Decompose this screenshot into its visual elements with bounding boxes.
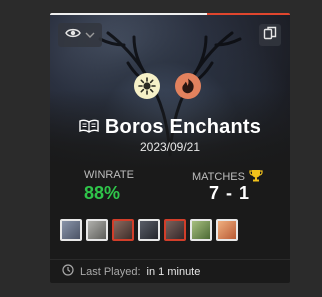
copy-icon bbox=[263, 26, 277, 45]
deck-card[interactable]: Boros Enchants 2023/09/21 WINRATE MATCHE… bbox=[50, 13, 290, 283]
last-played-label: Last Played: bbox=[80, 265, 141, 278]
matches-label: MATCHES bbox=[192, 171, 245, 183]
trophy-icon bbox=[249, 169, 263, 185]
chevron-down-icon bbox=[85, 26, 95, 44]
book-icon bbox=[79, 116, 99, 139]
eye-icon bbox=[65, 26, 81, 44]
card-thumbnail[interactable] bbox=[86, 219, 108, 241]
deck-title[interactable]: Boros Enchants bbox=[50, 116, 290, 139]
winrate-value: 88% bbox=[84, 183, 121, 203]
last-played-value: in 1 minute bbox=[146, 265, 201, 278]
card-thumbnail[interactable] bbox=[60, 219, 82, 241]
white-mana-icon bbox=[134, 73, 160, 99]
clock-icon bbox=[62, 264, 74, 279]
footer-divider bbox=[50, 259, 290, 260]
visibility-toggle-button[interactable] bbox=[58, 23, 102, 47]
featured-cards-row bbox=[60, 219, 238, 241]
deck-name: Boros Enchants bbox=[104, 116, 262, 138]
card-thumbnail[interactable] bbox=[216, 219, 238, 241]
last-played-footer: Last Played: in 1 minute bbox=[62, 264, 200, 279]
card-thumbnail[interactable] bbox=[112, 219, 134, 241]
card-thumbnail[interactable] bbox=[138, 219, 160, 241]
card-thumbnail[interactable] bbox=[190, 219, 212, 241]
red-mana-icon bbox=[175, 73, 201, 99]
matches-value: 7 - 1 bbox=[209, 183, 251, 203]
winrate-label: WINRATE bbox=[84, 169, 134, 181]
card-thumbnail[interactable] bbox=[164, 219, 186, 241]
copy-deck-button[interactable] bbox=[259, 24, 281, 46]
deck-date: 2023/09/21 bbox=[139, 140, 201, 154]
